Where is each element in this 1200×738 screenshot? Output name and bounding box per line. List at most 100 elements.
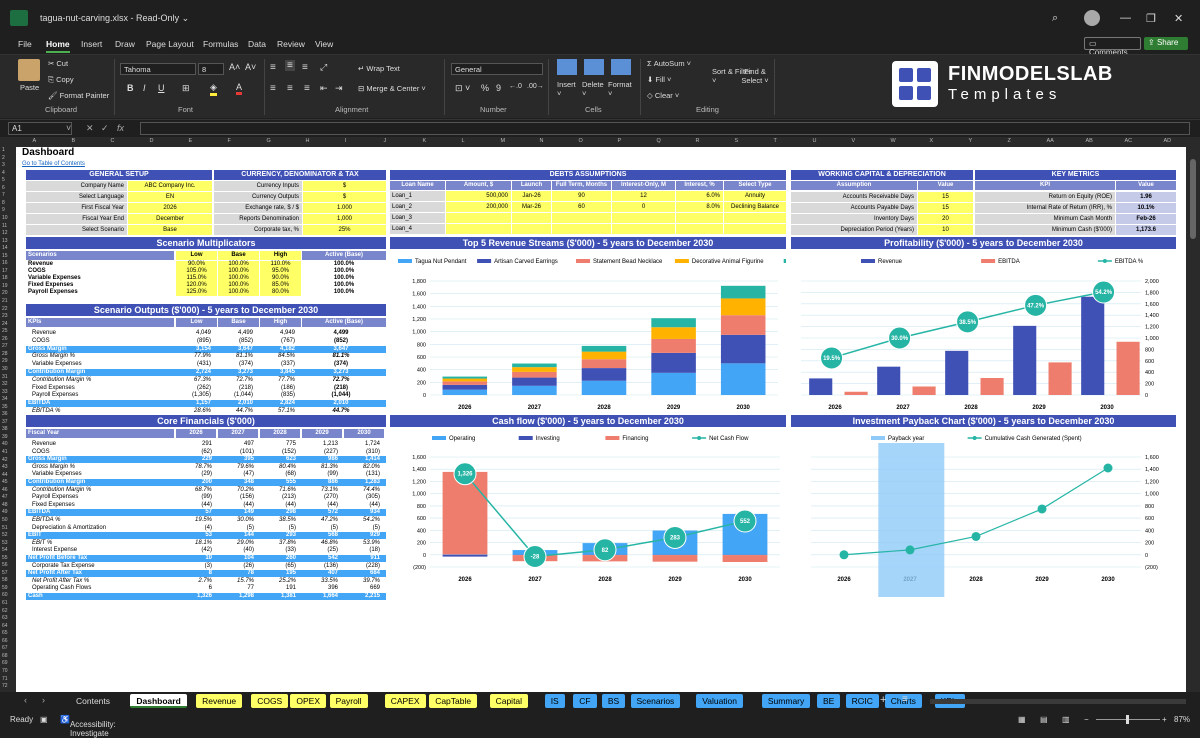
row-header[interactable]: 39 — [2, 434, 8, 440]
zoom-in-icon[interactable]: + — [1162, 715, 1167, 724]
menu-home[interactable]: Home — [46, 39, 70, 53]
row-header[interactable]: 6 — [2, 185, 5, 191]
cut-button[interactable]: ✂ Cut — [48, 59, 68, 68]
row-header[interactable]: 10 — [2, 215, 8, 221]
row-header[interactable]: 58 — [2, 577, 8, 583]
sm-value[interactable]: 90.0% — [176, 261, 217, 268]
font-color-icon[interactable]: A — [236, 82, 242, 95]
sm-value[interactable]: 100.0% — [218, 282, 259, 289]
find-select-button[interactable]: Find & Select ˅ — [740, 67, 770, 85]
insert-cells-button[interactable]: Insert˅ — [557, 80, 576, 98]
paste-icon[interactable] — [18, 59, 40, 81]
align-center-icon[interactable]: ≡ — [287, 83, 293, 94]
row-header[interactable]: 72 — [2, 683, 8, 689]
currency-value[interactable]: $ — [303, 192, 386, 202]
comments-button[interactable]: ▭ Comments — [1084, 37, 1141, 50]
sheet-tab-dashboard[interactable]: Dashboard — [130, 694, 186, 708]
debt-cell[interactable] — [552, 224, 611, 234]
format-painter-button[interactable]: 🖌 Format Painter — [48, 91, 109, 100]
row-header[interactable]: 13 — [2, 238, 8, 244]
row-header[interactable]: 5 — [2, 177, 5, 183]
row-header[interactable]: 14 — [2, 245, 8, 251]
setup-value[interactable]: December — [128, 214, 212, 224]
menu-insert[interactable]: Insert — [81, 39, 102, 49]
paste-button[interactable]: Paste — [20, 83, 39, 92]
tab-scroll-right-icon[interactable]: › — [42, 695, 45, 705]
font-size-select[interactable]: 8 — [198, 63, 224, 75]
sheet-tab-contents[interactable]: Contents — [70, 694, 116, 708]
menu-data[interactable]: Data — [248, 39, 266, 49]
borders-icon[interactable]: ⊞ — [182, 83, 190, 94]
avatar[interactable] — [1084, 10, 1100, 26]
column-header[interactable]: W — [891, 138, 896, 144]
column-header[interactable]: D — [150, 138, 154, 144]
column-header[interactable]: R — [696, 138, 700, 144]
row-header[interactable]: 64 — [2, 623, 8, 629]
minimize-icon[interactable]: — — [1120, 12, 1131, 24]
sheet-tab-be[interactable]: BE — [817, 694, 840, 708]
debt-cell[interactable] — [446, 224, 511, 234]
currency-format-icon[interactable]: ⊡ ˅ — [455, 83, 470, 94]
sheet-tab-cogs[interactable]: COGS — [251, 694, 288, 708]
row-header[interactable]: 55 — [2, 555, 8, 561]
menu-file[interactable]: File — [18, 39, 32, 49]
row-header[interactable]: 61 — [2, 600, 8, 606]
sm-value[interactable]: 95.0% — [260, 268, 301, 275]
debt-cell[interactable] — [612, 213, 675, 223]
column-header[interactable]: H — [306, 138, 310, 144]
row-header[interactable]: 54 — [2, 547, 8, 553]
decrease-decimal-icon[interactable]: .00→ — [527, 83, 544, 90]
copy-button[interactable]: ⎘ Copy — [48, 75, 74, 85]
column-header[interactable]: G — [267, 138, 271, 144]
indent-increase-icon[interactable]: ⇥ — [335, 83, 343, 94]
row-header[interactable]: 52 — [2, 532, 8, 538]
sheet-tab-opex[interactable]: OPEX — [290, 694, 326, 708]
bold-icon[interactable]: B — [127, 83, 134, 93]
debt-cell[interactable]: Annuity — [724, 191, 786, 201]
menu-view[interactable]: View — [315, 39, 333, 49]
column-header[interactable]: AB — [1086, 138, 1093, 144]
sm-value[interactable]: 85.0% — [260, 282, 301, 289]
row-header[interactable]: 68 — [2, 653, 8, 659]
row-header[interactable]: 9 — [2, 207, 5, 213]
row-header[interactable]: 8 — [2, 200, 5, 206]
sm-value[interactable]: 80.0% — [260, 289, 301, 296]
sheet-tab-capital[interactable]: Capital — [490, 694, 528, 708]
column-header[interactable]: AA — [1047, 138, 1054, 144]
wc-value[interactable]: 20 — [918, 214, 973, 224]
column-header[interactable]: M — [501, 138, 506, 144]
row-header[interactable]: 16 — [2, 260, 8, 266]
tabs-more-icon[interactable]: ··· — [862, 695, 871, 705]
wc-value[interactable]: 10 — [918, 225, 973, 235]
row-header[interactable]: 56 — [2, 562, 8, 568]
currency-value[interactable]: $ — [303, 181, 386, 191]
row-header[interactable]: 21 — [2, 298, 8, 304]
row-header[interactable]: 44 — [2, 472, 8, 478]
column-header[interactable]: O — [579, 138, 583, 144]
tab-scroll-left-icon[interactable]: ‹ — [24, 695, 27, 705]
column-header[interactable]: A — [33, 138, 37, 144]
row-header[interactable]: 57 — [2, 570, 8, 576]
menu-review[interactable]: Review — [277, 39, 305, 49]
sheet-tab-revenue[interactable]: Revenue — [196, 694, 242, 708]
row-header[interactable]: 67 — [2, 645, 8, 651]
align-right-icon[interactable]: ≡ — [304, 83, 310, 94]
sheet-tab-captable[interactable]: CapTable — [429, 694, 477, 708]
column-header[interactable]: J — [384, 138, 387, 144]
debt-cell[interactable]: 90 — [552, 191, 611, 201]
column-header[interactable]: Y — [969, 138, 973, 144]
sm-value[interactable]: 100.0% — [218, 261, 259, 268]
align-bottom-icon[interactable]: ≡ — [302, 62, 308, 73]
row-header[interactable]: 42 — [2, 457, 8, 463]
row-header[interactable]: 4 — [2, 170, 5, 176]
normal-view-icon[interactable]: ▦ — [1018, 715, 1026, 724]
debt-cell[interactable]: 500,000 — [446, 191, 511, 201]
add-sheet-icon[interactable]: + — [880, 694, 886, 706]
column-header[interactable]: E — [189, 138, 193, 144]
wc-value[interactable]: 15 — [918, 192, 973, 202]
row-header[interactable]: 35 — [2, 404, 8, 410]
percent-icon[interactable]: % — [481, 83, 489, 93]
column-header[interactable]: C — [111, 138, 115, 144]
row-header[interactable]: 59 — [2, 585, 8, 591]
number-format-select[interactable]: General — [451, 63, 543, 75]
